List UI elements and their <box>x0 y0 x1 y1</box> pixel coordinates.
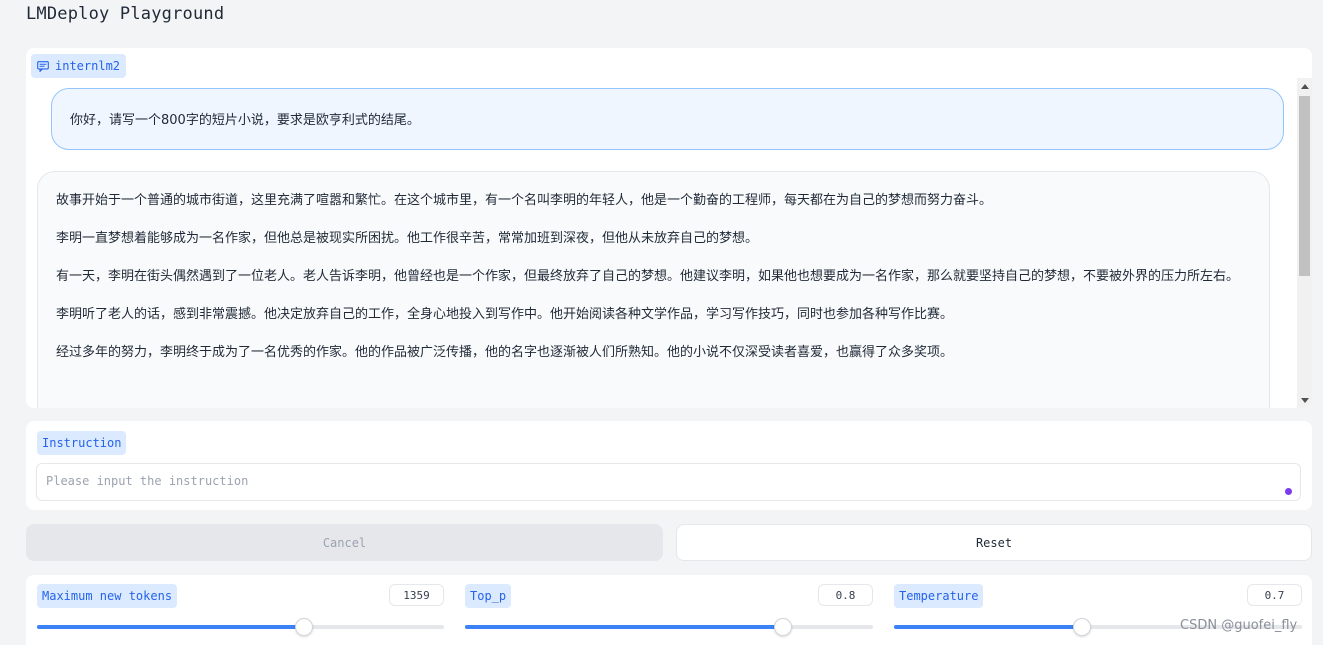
user-message: 你好，请写一个800字的短片小说，要求是欧亨利式的结尾。 <box>51 88 1284 150</box>
top-p-label: Top_p <box>465 584 512 608</box>
watermark: CSDN @guofei_fly <box>1180 618 1298 633</box>
cancel-button[interactable]: Cancel <box>26 524 663 561</box>
chat-history[interactable]: 你好，请写一个800字的短片小说，要求是欧亨利式的结尾。 故事开始于一个普通的城… <box>26 78 1300 408</box>
app-title: LMDeploy Playground <box>26 4 225 24</box>
top-p-slider-block: Top_p 0.8 <box>465 575 873 645</box>
scrollbar-thumb[interactable] <box>1299 96 1310 276</box>
grammar-extension-dot <box>1285 488 1292 495</box>
assistant-paragraph: 有一天，李明在街头偶然遇到了一位老人。老人告诉李明，他曾经也是一个作家，但最终放… <box>56 269 1240 284</box>
assistant-paragraph: 故事开始于一个普通的城市街道，这里充满了喧嚣和繁忙。在这个城市里，有一个名叫李明… <box>56 193 993 208</box>
scroll-down-arrow-icon[interactable] <box>1301 398 1309 403</box>
temperature-label: Temperature <box>894 584 984 608</box>
max-new-tokens-slider[interactable] <box>37 618 444 636</box>
top-p-input[interactable]: 0.8 <box>818 584 873 606</box>
chat-scrollbar[interactable] <box>1297 78 1312 408</box>
assistant-paragraph: 李明一直梦想着能够成为一名作家，但他总是被现实所困扰。他工作很辛苦，常常加班到深… <box>56 231 759 246</box>
model-label-chip: internlm2 <box>31 54 127 78</box>
reset-button[interactable]: Reset <box>676 524 1312 561</box>
scroll-up-arrow-icon[interactable] <box>1301 84 1309 89</box>
assistant-paragraph: 经过多年的努力，李明终于成为了一名优秀的作家。他的作品被广泛传播，他的名字也逐渐… <box>56 345 954 360</box>
chat-bubble-icon <box>37 60 49 72</box>
chatbot-panel: internlm2 你好，请写一个800字的短片小说，要求是欧亨利式的结尾。 故… <box>26 48 1312 408</box>
max-new-tokens-slider-block: Maximum new tokens 1359 <box>37 575 444 645</box>
instruction-label: Instruction <box>37 431 127 455</box>
slider-fill <box>37 625 304 629</box>
temperature-input[interactable]: 0.7 <box>1247 584 1302 606</box>
slider-thumb[interactable] <box>295 618 313 636</box>
max-new-tokens-input[interactable]: 1359 <box>389 584 444 606</box>
model-label: internlm2 <box>55 59 121 73</box>
assistant-message: 故事开始于一个普通的城市街道，这里充满了喧嚣和繁忙。在这个城市里，有一个名叫李明… <box>37 171 1270 408</box>
slider-fill <box>465 625 783 629</box>
slider-thumb[interactable] <box>774 618 792 636</box>
top-p-slider[interactable] <box>465 618 873 636</box>
slider-fill <box>894 625 1082 629</box>
temperature-slider-block: Temperature 0.7 <box>894 575 1302 645</box>
slider-thumb[interactable] <box>1073 618 1091 636</box>
parameters-panel: Maximum new tokens 1359 Top_p 0.8 Temper… <box>26 575 1312 645</box>
instruction-panel: Instruction <box>26 421 1312 510</box>
assistant-paragraph: 李明听了老人的话，感到非常震撼。他决定放弃自己的工作，全身心地投入到写作中。他开… <box>56 307 954 322</box>
instruction-input[interactable] <box>36 463 1301 501</box>
max-new-tokens-label: Maximum new tokens <box>37 584 178 608</box>
